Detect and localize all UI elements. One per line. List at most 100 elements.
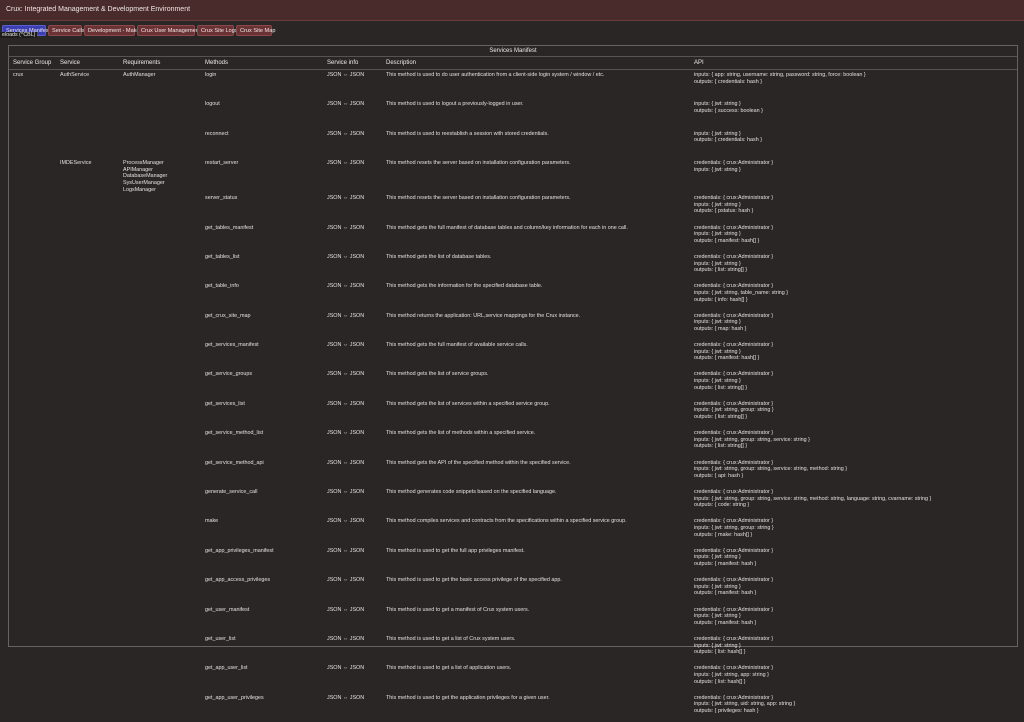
cell-description: This method gets the information for the… bbox=[386, 283, 543, 290]
cell-method[interactable]: server_status bbox=[201, 193, 323, 222]
cell-service-info: JSON ⇔ JSON bbox=[327, 253, 365, 260]
cell-requirements bbox=[119, 605, 201, 634]
api-line: outputs: { credentials: hash } bbox=[694, 137, 763, 144]
cell-service-group bbox=[9, 369, 56, 398]
cell-service-info: JSON ⇔ JSON bbox=[327, 195, 365, 202]
cell-method[interactable]: generate_service_call bbox=[201, 487, 323, 516]
cell-api: credentials: { crux:Administrator } input… bbox=[690, 605, 1017, 634]
api-line: inputs: { jwt: string } bbox=[694, 260, 741, 267]
cell-api: inputs: { jwt: string } outputs: { succes… bbox=[690, 99, 1017, 128]
requirement-item: ProcessManager bbox=[123, 160, 164, 167]
cell-description: This method generates code snippets base… bbox=[386, 489, 557, 496]
api-line: credentials: { crux:Administrator } bbox=[694, 665, 774, 672]
services-manifest-panel: Services Manifest Service Group Service … bbox=[8, 45, 1018, 714]
cell-requirements bbox=[119, 663, 201, 692]
api-line: outputs: { credentials: hash } bbox=[694, 78, 763, 85]
cell-description: This method is used to reestablish a ses… bbox=[386, 130, 549, 137]
cell-method[interactable]: get_crux_site_map bbox=[201, 311, 323, 340]
cell-method[interactable]: get_tables_manifest bbox=[201, 223, 323, 252]
api-line: inputs: { app: string, username: string,… bbox=[694, 72, 866, 78]
api-line: inputs: { jwt: string } bbox=[694, 613, 741, 620]
cell-service-info: JSON ⇔ JSON bbox=[327, 312, 365, 319]
cell-requirements bbox=[119, 487, 201, 516]
cell-method[interactable]: get_services_list bbox=[201, 399, 323, 428]
cell-method[interactable]: get_tables_list bbox=[201, 252, 323, 281]
cell-requirements bbox=[119, 223, 201, 252]
cell-requirements bbox=[119, 428, 201, 457]
api-line: outputs: { manifest: hash } bbox=[694, 590, 757, 597]
api-line: inputs: { jwt: string } bbox=[694, 348, 741, 355]
api-line: inputs: { jwt: string, group: string } bbox=[694, 407, 774, 414]
cell-service-info: JSON ⇔ JSON bbox=[327, 518, 365, 525]
cell-service-group bbox=[9, 158, 56, 193]
cell-requirements: ProcessManager APIManager DatabaseManager S… bbox=[119, 158, 201, 193]
cell-method[interactable]: get_service_groups bbox=[201, 369, 323, 398]
cell-requirements bbox=[119, 369, 201, 398]
cell-service-group bbox=[9, 129, 56, 158]
table-row: get_services_list JSON ⇔ JSON This method … bbox=[9, 399, 1017, 428]
table-row: get_app_privileges_manifest JSON ⇔ JSON Th… bbox=[9, 546, 1017, 575]
app-title: Crux: Integrated Management & Developmen… bbox=[6, 6, 191, 13]
api-line: outputs: { privileges: hash } bbox=[694, 707, 759, 714]
cell-method[interactable]: get_service_method_list bbox=[201, 428, 323, 457]
cell-requirements: AuthManager bbox=[119, 70, 201, 100]
api-line: inputs: { jwt: string } bbox=[694, 583, 741, 590]
cell-method[interactable]: login bbox=[201, 70, 323, 100]
cell-requirements bbox=[119, 458, 201, 487]
tab-development-make[interactable]: Development - Make bbox=[84, 25, 140, 36]
cell-method[interactable]: logout bbox=[201, 99, 323, 128]
cell-service-group bbox=[9, 340, 56, 369]
cell-service-info: JSON ⇔ JSON bbox=[327, 400, 365, 407]
cell-method[interactable]: get_table_info bbox=[201, 281, 323, 310]
tab-crux-user-management[interactable]: Crux User Management bbox=[137, 25, 200, 36]
cell-method[interactable]: make bbox=[201, 516, 323, 545]
cell-service-group bbox=[9, 458, 56, 487]
col-header-api: API bbox=[690, 57, 1017, 70]
cell-service-info: JSON ⇔ JSON bbox=[327, 283, 365, 290]
cell-method[interactable]: get_services_manifest bbox=[201, 340, 323, 369]
cell-api: credentials: { crux:Administrator } input… bbox=[690, 311, 1017, 340]
cell-service-info: JSON ⇔ JSON bbox=[327, 430, 365, 437]
cell-service bbox=[56, 428, 119, 457]
cell-method[interactable]: get_user_list bbox=[201, 634, 323, 663]
services-manifest-table: Service Group Service Requirements Metho… bbox=[9, 57, 1017, 722]
cell-method[interactable]: get_app_user_privileges bbox=[201, 693, 323, 722]
tab-crux-site-map[interactable]: Crux Site Map bbox=[236, 25, 275, 36]
api-line: inputs: { jwt: string } bbox=[694, 231, 741, 238]
cell-api: credentials: { crux:Administrator } input… bbox=[690, 369, 1017, 398]
cell-api: credentials: { crux:Administrator } input… bbox=[690, 516, 1017, 545]
api-line: inputs: { jwt: string } bbox=[694, 642, 741, 649]
cell-method[interactable]: reconnect bbox=[201, 129, 323, 158]
cell-requirements bbox=[119, 634, 201, 663]
api-line: credentials: { crux:Administrator } bbox=[694, 606, 774, 613]
cell-service-group bbox=[9, 546, 56, 575]
cell-service-info: JSON ⇔ JSON bbox=[327, 160, 365, 167]
panel-title: Services Manifest bbox=[9, 46, 1017, 57]
cell-api: credentials: { crux:Administrator } input… bbox=[690, 428, 1017, 457]
cell-method[interactable]: get_service_method_api bbox=[201, 458, 323, 487]
cell-api: credentials: { crux:Administrator } input… bbox=[690, 546, 1017, 575]
api-line: outputs: { code: string } bbox=[694, 502, 750, 509]
cell-method[interactable]: get_app_privileges_manifest bbox=[201, 546, 323, 575]
api-line: credentials: { crux:Administrator } bbox=[694, 312, 774, 319]
cell-requirements bbox=[119, 99, 201, 128]
reload-hint: eloads (^CBL) bbox=[0, 32, 38, 38]
cell-method[interactable]: get_app_access_privileges bbox=[201, 575, 323, 604]
cell-service-info: JSON ⇔ JSON bbox=[327, 72, 365, 78]
cell-service-info: JSON ⇔ JSON bbox=[327, 577, 365, 584]
tab-service-calls[interactable]: Service Calls bbox=[48, 25, 85, 36]
cell-description: This method returns the application: URL… bbox=[386, 312, 581, 319]
cell-method[interactable]: get_user_manifest bbox=[201, 605, 323, 634]
cell-service: IMDEService bbox=[60, 160, 92, 167]
cell-method[interactable]: get_app_user_list bbox=[201, 663, 323, 692]
api-line: credentials: { crux:Administrator } bbox=[694, 430, 774, 437]
cell-description: This method is used to get the applicati… bbox=[386, 694, 550, 701]
api-line: outputs: { list: string[] } bbox=[694, 414, 748, 421]
table-row: get_crux_site_map JSON ⇔ JSON This method … bbox=[9, 311, 1017, 340]
col-header-methods: Methods bbox=[201, 57, 323, 70]
cell-requirements bbox=[119, 575, 201, 604]
tab-crux-site-logs[interactable]: Crux Site Logs bbox=[197, 25, 238, 36]
cell-method[interactable]: restart_server bbox=[201, 158, 323, 193]
cell-service-info: JSON ⇔ JSON bbox=[327, 694, 365, 701]
cell-requirements bbox=[119, 193, 201, 222]
